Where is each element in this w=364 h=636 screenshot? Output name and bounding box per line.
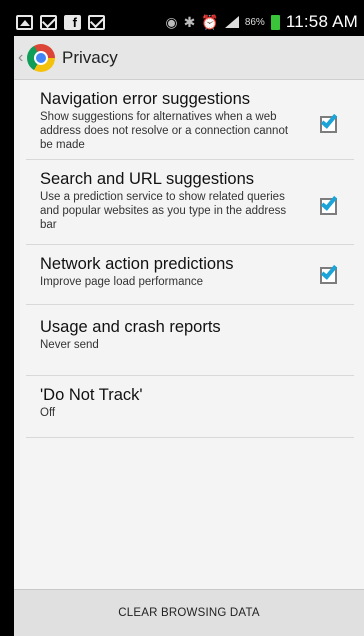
notification-icons: f (14, 14, 105, 30)
page-title: Privacy (62, 47, 118, 67)
setting-summary: Use a prediction service to show related… (40, 191, 287, 231)
setting-title: Usage and crash reports (40, 318, 221, 336)
alarm-icon: ⏰ (201, 14, 219, 30)
setting-text: 'Do Not Track' Off (40, 385, 290, 420)
clear-browsing-data-button[interactable]: CLEAR BROWSING DATA (118, 607, 259, 619)
setting-summary: Show suggestions for alternatives when a… (40, 111, 289, 151)
setting-network-action-predictions[interactable]: Network action predictions Improve page … (26, 245, 354, 305)
battery-percent: 86% (244, 16, 265, 28)
checkmark-icon (320, 193, 338, 211)
checkmark-icon (320, 111, 338, 129)
setting-text: Search and URL suggestions Use a predict… (40, 169, 290, 232)
setting-text: Navigation error suggestions Show sugges… (40, 89, 290, 152)
search-url-checkbox[interactable] (320, 193, 338, 215)
up-caret-icon[interactable]: ‹ (18, 49, 26, 67)
bluetooth-icon: ✱ (183, 14, 196, 30)
setting-title: Search and URL suggestions (40, 170, 255, 188)
signal-icon (224, 16, 239, 28)
system-icons: ◉ ✱ ⏰ 86% 11:58 AM (165, 12, 364, 32)
chrome-logo-icon[interactable] (27, 43, 55, 72)
eye-icon: ◉ (165, 14, 178, 30)
gallery-icon (16, 14, 33, 30)
setting-text: Usage and crash reports Never send (40, 317, 290, 352)
setting-usage-crash-reports[interactable]: Usage and crash reports Never send (26, 305, 354, 376)
facebook-icon: f (64, 14, 81, 30)
setting-summary: Off (40, 407, 56, 419)
checkmark-icon (320, 262, 338, 280)
phone-screen: f ◉ ✱ ⏰ 86% 11:58 AM ‹ Privacy Navigatio… (0, 0, 364, 636)
network-predictions-checkbox[interactable] (320, 262, 338, 284)
mail-icon (88, 14, 105, 30)
setting-navigation-error-suggestions[interactable]: Navigation error suggestions Show sugges… (26, 80, 354, 160)
setting-do-not-track[interactable]: 'Do Not Track' Off (26, 376, 354, 438)
battery-icon (270, 14, 280, 30)
setting-title: 'Do Not Track' (40, 386, 143, 404)
setting-summary: Improve page load performance (40, 276, 204, 288)
mail-icon (40, 14, 57, 30)
setting-summary: Never send (40, 339, 99, 351)
status-bar: f ◉ ✱ ⏰ 86% 11:58 AM (14, 8, 364, 36)
bottom-bar: CLEAR BROWSING DATA (14, 589, 364, 636)
privacy-settings-list: Navigation error suggestions Show sugges… (14, 80, 364, 589)
setting-title: Navigation error suggestions (40, 90, 251, 108)
navigation-error-checkbox[interactable] (320, 111, 338, 133)
setting-search-url-suggestions[interactable]: Search and URL suggestions Use a predict… (26, 160, 354, 245)
setting-title: Network action predictions (40, 255, 234, 273)
setting-text: Network action predictions Improve page … (40, 254, 290, 289)
clock: 11:58 AM (285, 12, 358, 31)
action-bar: ‹ Privacy (14, 36, 364, 80)
